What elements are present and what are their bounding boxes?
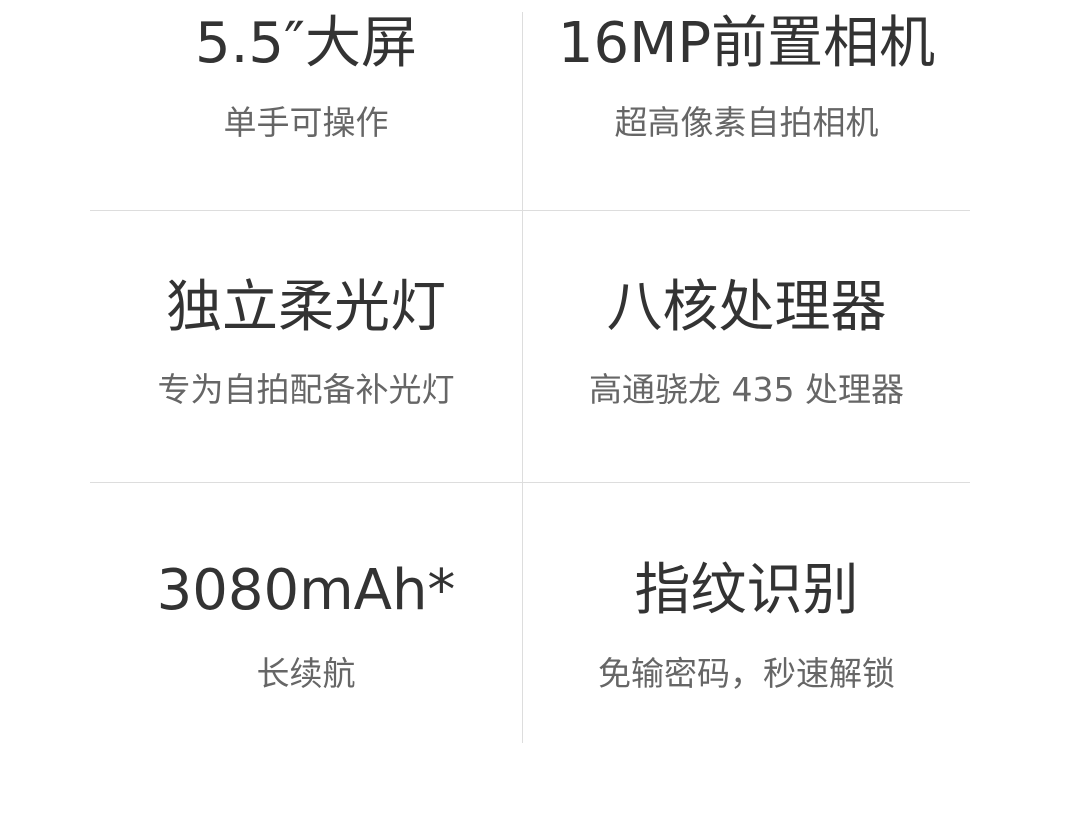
feature-screen: 5.5″大屏 单手可操作 — [90, 0, 522, 210]
feature-title: 八核处理器 — [606, 275, 887, 340]
feature-fingerprint: 指纹识别 免输密码，秒速解锁 — [523, 483, 970, 745]
feature-title: 5.5″大屏 — [195, 11, 417, 76]
feature-battery: 3080mAh* 长续航 — [90, 483, 522, 745]
feature-grid: 5.5″大屏 单手可操作 16MP前置相机 超高像素自拍相机 独立柔光灯 专为自… — [90, 0, 970, 745]
feature-subtitle: 超高像素自拍相机 — [614, 103, 879, 142]
feature-title: 独立柔光灯 — [166, 275, 446, 340]
feature-processor: 八核处理器 高通骁龙 435 处理器 — [523, 211, 970, 482]
feature-subtitle: 单手可操作 — [223, 103, 389, 142]
feature-title: 3080mAh* — [156, 558, 456, 623]
feature-front-camera: 16MP前置相机 超高像素自拍相机 — [523, 0, 970, 210]
feature-soft-light: 独立柔光灯 专为自拍配备补光灯 — [90, 211, 522, 482]
feature-subtitle: 长续航 — [256, 654, 356, 693]
feature-title: 指纹识别 — [634, 558, 859, 623]
feature-subtitle: 免输密码，秒速解锁 — [598, 654, 895, 693]
feature-subtitle: 专为自拍配备补光灯 — [157, 370, 455, 409]
feature-subtitle: 高通骁龙 435 处理器 — [589, 370, 904, 409]
feature-title: 16MP前置相机 — [557, 11, 936, 76]
